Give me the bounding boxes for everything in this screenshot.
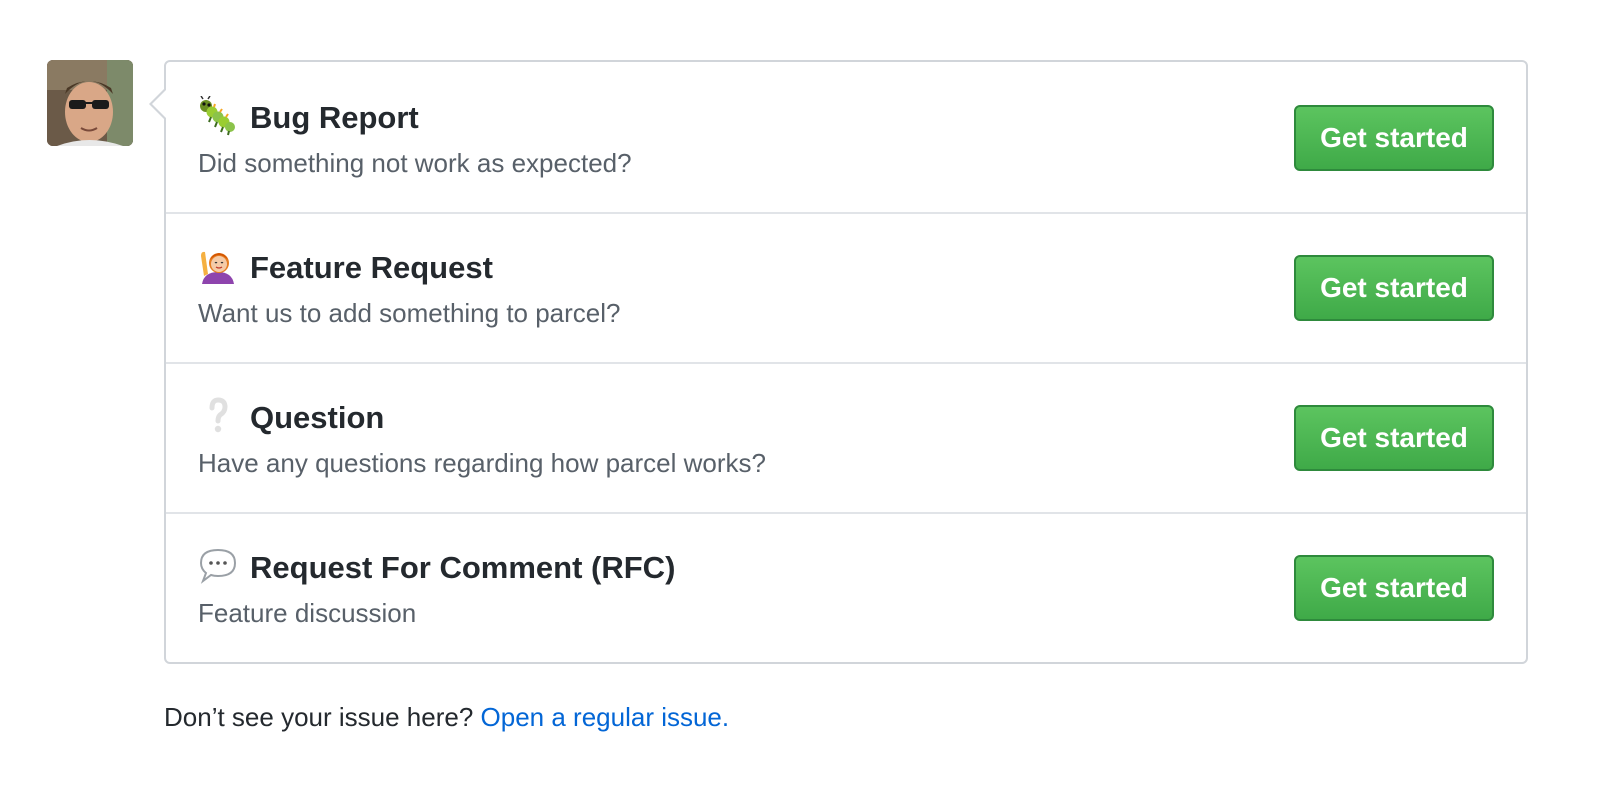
template-title: Feature Request — [250, 250, 493, 285]
template-bug-report: Bug Report Did something not work as exp… — [166, 62, 1526, 212]
issue-template-list: Bug Report Did something not work as exp… — [149, 60, 1528, 664]
raising-hand-icon — [198, 246, 238, 286]
template-title: Question — [250, 400, 385, 435]
get-started-button[interactable]: Get started — [1294, 555, 1494, 621]
template-title: Request For Comment (RFC) — [250, 550, 676, 585]
speech-balloon-icon — [198, 546, 238, 586]
avatar-image — [47, 60, 133, 146]
template-description: Did something not work as expected? — [198, 148, 632, 178]
template-description: Feature discussion — [198, 598, 417, 628]
template-title: Bug Report — [250, 100, 419, 135]
get-started-button[interactable]: Get started — [1294, 255, 1494, 321]
get-started-button[interactable]: Get started — [1294, 405, 1494, 471]
user-avatar[interactable] — [47, 60, 133, 146]
template-question: Question Have any questions regarding ho… — [166, 362, 1526, 512]
open-regular-issue-link[interactable]: Open a regular issue. — [481, 702, 730, 732]
footer-prompt: Don’t see your issue here? — [164, 702, 474, 732]
bug-icon — [198, 96, 238, 136]
get-started-button[interactable]: Get started — [1294, 105, 1494, 171]
question-mark-icon — [198, 396, 238, 436]
template-feature-request: Feature Request Want us to add something… — [166, 212, 1526, 362]
footer-note: Don’t see your issue here? Open a regula… — [164, 702, 729, 733]
issue-template-chooser: Bug Report Did something not work as exp… — [0, 0, 1608, 788]
template-description: Want us to add something to parcel? — [198, 298, 621, 328]
template-rfc: Request For Comment (RFC) Feature discus… — [166, 512, 1526, 662]
template-description: Have any questions regarding how parcel … — [198, 448, 766, 478]
